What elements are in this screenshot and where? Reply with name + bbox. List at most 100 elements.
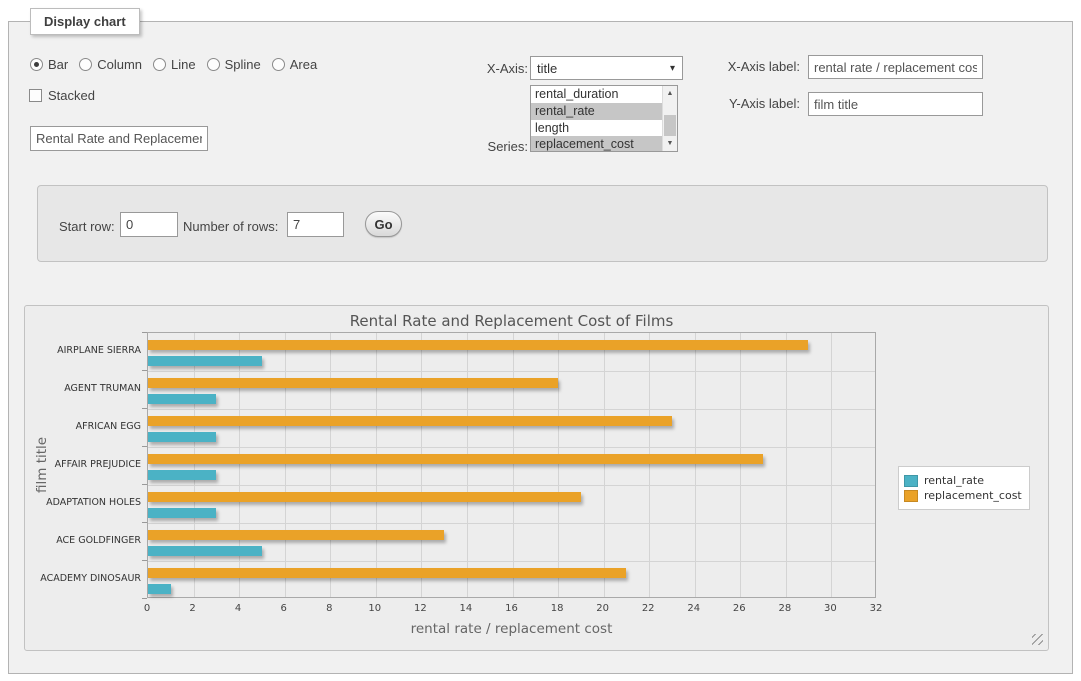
- gridline-horizontal: [148, 485, 875, 486]
- series-option-replacement_cost[interactable]: replacement_cost: [531, 136, 677, 152]
- gridline-vertical: [695, 333, 696, 597]
- x-tick-label: 4: [223, 603, 253, 614]
- x-tick-label: 22: [633, 603, 663, 614]
- legend-label: rental_rate: [924, 474, 984, 487]
- series-listbox-label: Series:: [448, 139, 528, 154]
- chart-title: Rental Rate and Replacement Cost of Film…: [147, 312, 876, 330]
- row-range-panel: Start row: Number of rows: Go: [37, 185, 1048, 262]
- radio-icon[interactable]: [207, 58, 220, 71]
- radio-icon[interactable]: [79, 58, 92, 71]
- x-tick-label: 16: [497, 603, 527, 614]
- series-option-rental_duration[interactable]: rental_duration: [531, 86, 677, 103]
- gridline-horizontal: [148, 561, 875, 562]
- series-option-rental_rate[interactable]: rental_rate: [531, 103, 677, 120]
- y-tick-mark: [142, 332, 147, 333]
- gridline-vertical: [786, 333, 787, 597]
- bar-rental_rate-agent-truman: [148, 394, 216, 404]
- start-row-label: Start row:: [59, 219, 115, 234]
- bar-replacement_cost-affair-prejudice: [148, 454, 763, 464]
- gridline-horizontal: [148, 409, 875, 410]
- num-rows-label: Number of rows:: [183, 219, 278, 234]
- stacked-checkbox[interactable]: [29, 89, 42, 102]
- bar-rental_rate-adaptation-holes: [148, 508, 216, 518]
- legend-swatch-icon: [904, 490, 918, 502]
- go-button[interactable]: Go: [365, 211, 402, 237]
- plot-area: [147, 332, 876, 598]
- gridline-vertical: [740, 333, 741, 597]
- listbox-scrollbar[interactable]: ▲ ▼: [662, 86, 677, 151]
- bar-rental_rate-ace-goldfinger: [148, 546, 262, 556]
- category-label: ADAPTATION HOLES: [25, 497, 141, 508]
- bar-rental_rate-african-egg: [148, 432, 216, 442]
- gridline-vertical: [285, 333, 286, 597]
- y-tick-mark: [142, 522, 147, 523]
- gridline-vertical: [376, 333, 377, 597]
- scrollbar-up-icon[interactable]: ▲: [663, 86, 677, 101]
- x-tick-label: 8: [314, 603, 344, 614]
- chart-container: Rental Rate and Replacement Cost of Film…: [24, 305, 1049, 651]
- radio-icon[interactable]: [272, 58, 285, 71]
- chart-type-option-label: Column: [97, 57, 142, 72]
- chart-type-option-label: Line: [171, 57, 196, 72]
- radio-icon[interactable]: [153, 58, 166, 71]
- series-options: rental_durationrental_ratelengthreplacem…: [531, 86, 677, 152]
- x-tick-label: 2: [178, 603, 208, 614]
- x-tick-label: 20: [588, 603, 618, 614]
- x-tick-label: 28: [770, 603, 800, 614]
- y-tick-mark: [142, 484, 147, 485]
- x-tick-label: 30: [815, 603, 845, 614]
- category-label: AFRICAN EGG: [25, 421, 141, 432]
- bar-replacement_cost-academy-dinosaur: [148, 568, 626, 578]
- category-label: ACADEMY DINOSAUR: [25, 573, 141, 584]
- gridline-vertical: [421, 333, 422, 597]
- gridline-vertical: [558, 333, 559, 597]
- gridline-vertical: [604, 333, 605, 597]
- legend-swatch-icon: [904, 475, 918, 487]
- bar-replacement_cost-airplane-sierra: [148, 340, 808, 350]
- chart-type-area[interactable]: Area: [272, 57, 317, 72]
- chart-type-option-label: Area: [290, 57, 317, 72]
- x-tick-label: 12: [405, 603, 435, 614]
- gridline-horizontal: [148, 447, 875, 448]
- start-row-input[interactable]: [120, 212, 178, 237]
- x-axis-label-input[interactable]: [808, 55, 983, 79]
- chart-type-option-label: Spline: [225, 57, 261, 72]
- gridline-vertical: [831, 333, 832, 597]
- chart-type-line[interactable]: Line: [153, 57, 196, 72]
- stacked-label: Stacked: [48, 88, 95, 103]
- category-label: AFFAIR PREJUDICE: [25, 459, 141, 470]
- y-tick-mark: [142, 560, 147, 561]
- stacked-checkbox-row[interactable]: Stacked: [29, 88, 95, 103]
- num-rows-input[interactable]: [287, 212, 344, 237]
- x-tick-label: 18: [542, 603, 572, 614]
- bar-rental_rate-airplane-sierra: [148, 356, 262, 366]
- y-tick-mark: [142, 598, 147, 599]
- chart-type-option-label: Bar: [48, 57, 68, 72]
- scrollbar-down-icon[interactable]: ▼: [663, 136, 677, 151]
- category-label: AIRPLANE SIERRA: [25, 345, 141, 356]
- radio-icon[interactable]: [30, 58, 43, 71]
- bar-replacement_cost-ace-goldfinger: [148, 530, 444, 540]
- series-listbox[interactable]: rental_durationrental_ratelengthreplacem…: [530, 85, 678, 152]
- chart-type-radios: Bar Column Line Spline Area: [30, 57, 328, 72]
- bar-replacement_cost-adaptation-holes: [148, 492, 581, 502]
- chart-type-column[interactable]: Column: [79, 57, 142, 72]
- chart-legend: rental_rate replacement_cost: [898, 466, 1030, 510]
- y-axis-label-input[interactable]: [808, 92, 983, 116]
- gridline-horizontal: [148, 523, 875, 524]
- bar-replacement_cost-agent-truman: [148, 378, 558, 388]
- y-tick-mark: [142, 446, 147, 447]
- gridline-horizontal: [148, 371, 875, 372]
- legend-label: replacement_cost: [924, 489, 1022, 502]
- resize-grip-icon[interactable]: [1032, 634, 1043, 645]
- x-tick-label: 14: [451, 603, 481, 614]
- chart-type-bar[interactable]: Bar: [30, 57, 68, 72]
- category-label: ACE GOLDFINGER: [25, 535, 141, 546]
- x-tick-label: 24: [679, 603, 709, 614]
- scrollbar-thumb[interactable]: [664, 115, 676, 136]
- series-option-length[interactable]: length: [531, 120, 677, 137]
- chart-type-spline[interactable]: Spline: [207, 57, 261, 72]
- x-axis-select[interactable]: title ▾: [530, 56, 683, 80]
- x-tick-label: 6: [269, 603, 299, 614]
- chart-title-input[interactable]: [30, 126, 208, 151]
